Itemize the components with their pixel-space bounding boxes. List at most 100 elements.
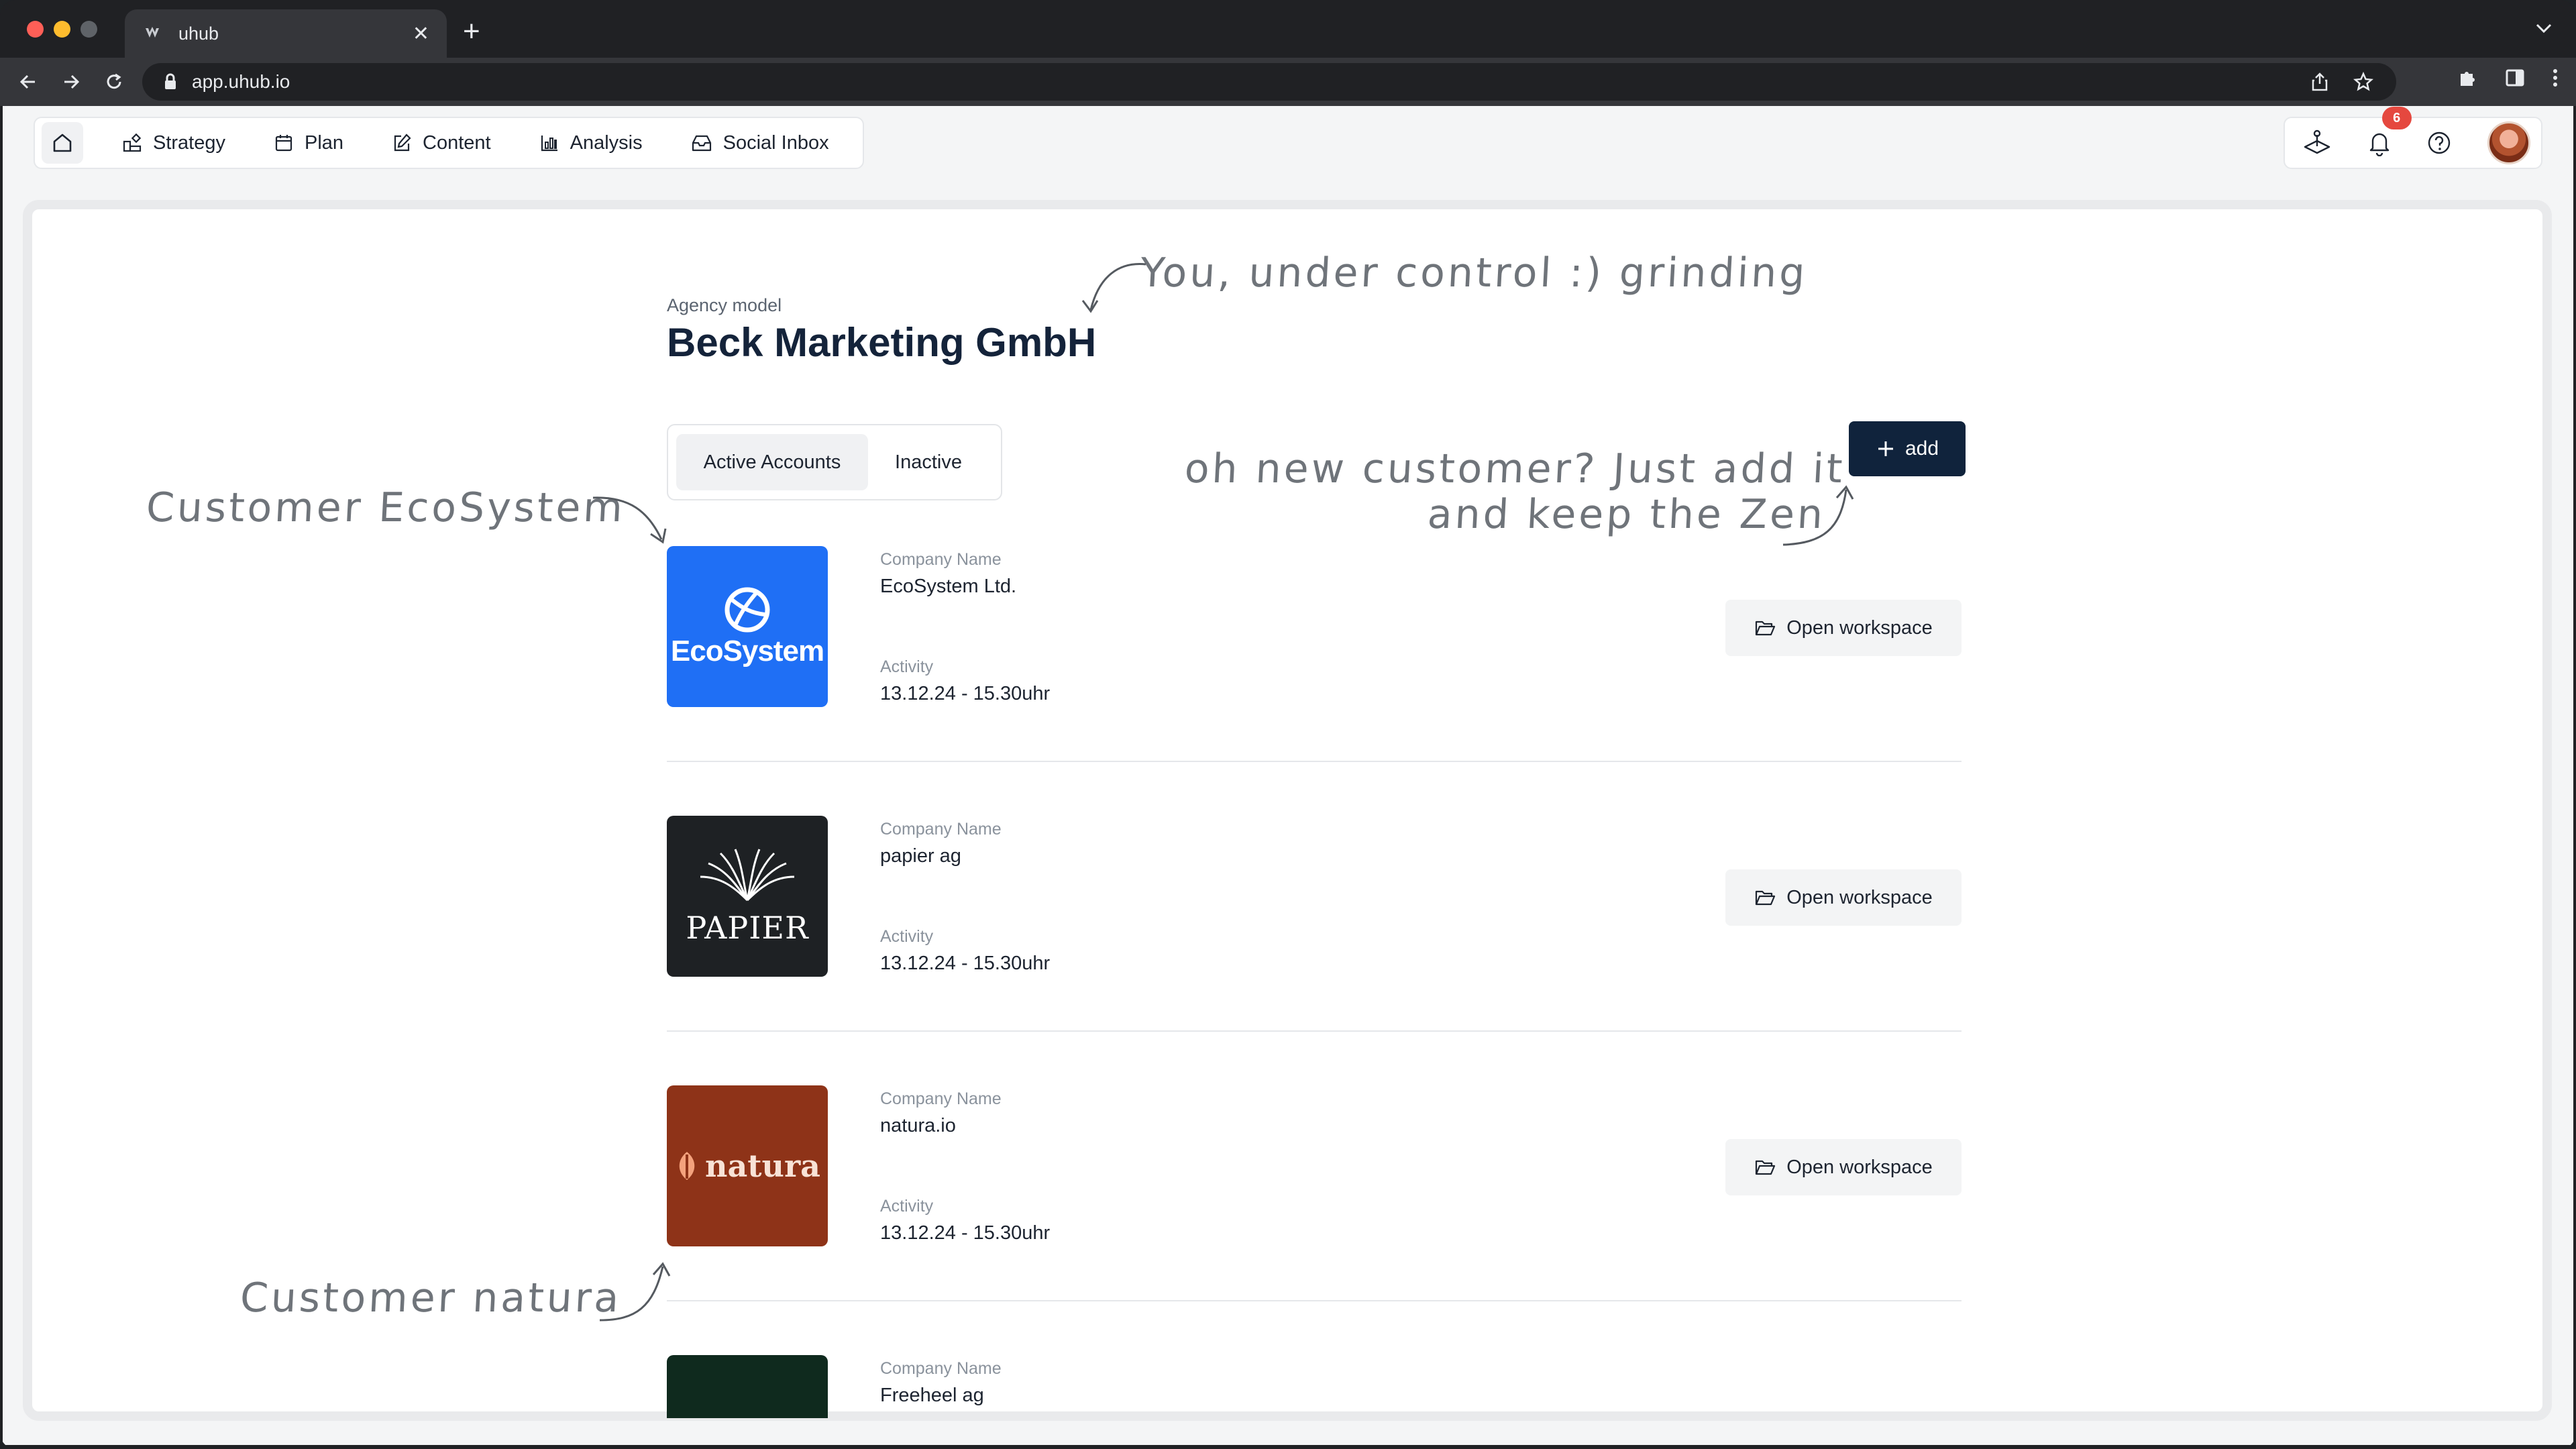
uhub-favicon-icon	[142, 23, 162, 44]
activity-value: 13.12.24 - 15.30uhr	[880, 1222, 1051, 1244]
reload-icon[interactable]	[99, 67, 129, 97]
notifications-button[interactable]: 6	[2367, 107, 2412, 156]
chart-icon	[541, 136, 557, 152]
nav-label: Analysis	[570, 131, 643, 154]
main-card: Agency model Beck Marketing GmbH Active …	[23, 200, 2552, 1421]
browser-window: uhub ✕ + app.uhub.io Strategy Plan Conte…	[0, 0, 2576, 1449]
lock-icon	[164, 73, 177, 91]
activity-label: Activity	[880, 1197, 934, 1216]
logo-text: PAPIER	[686, 910, 809, 946]
freeheel-logo	[667, 1355, 828, 1418]
list-item: EcoSystem Company Name EcoSystem Ltd. Ac…	[667, 546, 1962, 816]
annotation-arrow-icon	[592, 496, 667, 544]
company-name-label: Company Name	[880, 1089, 1002, 1108]
new-tab-button[interactable]: +	[463, 15, 480, 48]
leaf-icon	[679, 1152, 695, 1180]
app-page: Strategy Plan Content Analysis Social In…	[3, 106, 2573, 1445]
nav-label: Social Inbox	[722, 131, 829, 154]
company-name-label: Company Name	[880, 1359, 1002, 1378]
side-panel-icon[interactable]	[2505, 67, 2525, 89]
back-arrow-icon[interactable]	[13, 67, 43, 97]
share-icon[interactable]	[2310, 72, 2329, 92]
annotation-natura: Customer natura	[239, 1275, 623, 1322]
agency-model-label: Agency model	[667, 295, 782, 315]
extensions-puzzle-icon[interactable]	[2457, 67, 2478, 89]
close-window-button[interactable]	[27, 21, 44, 38]
main-navigation: Strategy Plan Content Analysis Social In…	[34, 117, 864, 169]
open-workspace-button[interactable]: Open workspace	[1725, 1139, 1962, 1195]
tab-search-icon[interactable]	[2534, 17, 2553, 40]
company-name: EcoSystem Ltd.	[880, 576, 1017, 597]
agency-name: Beck Marketing GmbH	[667, 320, 1097, 365]
browser-menu-icon[interactable]	[2552, 67, 2559, 89]
inbox-icon	[692, 135, 711, 152]
open-workspace-label: Open workspace	[1786, 1156, 1933, 1178]
activity-value: 13.12.24 - 15.30uhr	[880, 683, 1051, 704]
row-divider	[667, 1030, 1962, 1032]
add-account-button[interactable]: add	[1849, 421, 1966, 476]
nav-item-plan[interactable]: Plan	[250, 132, 368, 154]
row-divider	[667, 761, 1962, 762]
open-workspace-button[interactable]: Open workspace	[1725, 869, 1962, 926]
add-label: add	[1904, 437, 1939, 460]
edit-icon	[394, 133, 411, 152]
globe-icon	[724, 587, 770, 633]
annotation-new-customer-1: oh new customer? Just add it	[1183, 445, 1846, 492]
bookmark-star-icon[interactable]	[2353, 72, 2373, 92]
folder-open-icon	[1756, 621, 1776, 636]
nav-label: Strategy	[153, 131, 225, 154]
folder-open-icon	[1756, 1160, 1776, 1175]
bell-icon	[2369, 133, 2389, 156]
ecosystem-logo: EcoSystem	[667, 546, 828, 707]
open-workspace-button[interactable]: Open workspace	[1725, 600, 1962, 656]
minimize-window-button[interactable]	[54, 21, 70, 38]
open-workspace-label: Open workspace	[1786, 616, 1933, 639]
joystick-icon[interactable]	[2302, 128, 2332, 158]
tab-inactive[interactable]: Inactive	[868, 434, 989, 490]
annotation-new-customer-2: and keep the Zen	[1426, 491, 1827, 538]
list-item: natura Company Name natura.io Activity 1…	[667, 1085, 1962, 1355]
annotation-you: You, under control :) grinding	[1139, 250, 1809, 297]
tab-title: uhub	[178, 23, 219, 44]
company-name-label: Company Name	[880, 550, 1002, 569]
natura-logo: natura	[667, 1085, 828, 1246]
logo-text: EcoSystem	[670, 635, 824, 667]
plus-icon	[1878, 441, 1893, 456]
company-name: Freeheel ag	[880, 1385, 984, 1406]
address-bar[interactable]: app.uhub.io	[142, 63, 2396, 101]
browser-tab[interactable]: uhub ✕	[125, 9, 447, 58]
nav-item-strategy[interactable]: Strategy	[98, 132, 250, 154]
list-item: Company Name Freeheel ag	[667, 1355, 1962, 1418]
nav-item-social-inbox[interactable]: Social Inbox	[667, 132, 853, 154]
tab-active-accounts[interactable]: Active Accounts	[676, 434, 868, 490]
open-workspace-label: Open workspace	[1786, 886, 1933, 908]
logo-text: natura	[705, 1148, 820, 1184]
user-avatar[interactable]	[2487, 121, 2530, 164]
account-status-toggle: Active Accounts Inactive	[667, 424, 1002, 500]
row-divider	[667, 1300, 1962, 1301]
forward-arrow-icon[interactable]	[56, 67, 86, 97]
utility-toolbar: 6	[2284, 107, 2542, 169]
annotation-arrow-icon	[599, 1262, 671, 1322]
activity-label: Activity	[880, 657, 934, 676]
company-name: papier ag	[880, 845, 961, 867]
papier-fan-icon	[700, 849, 795, 902]
list-item: PAPIER Company Name papier ag Activity 1…	[667, 816, 1962, 1085]
annotation-ecosystem: Customer EcoSystem	[145, 484, 627, 531]
strategy-icon	[123, 133, 142, 152]
annotation-arrow-icon	[1081, 263, 1146, 313]
notification-badge: 6	[2381, 107, 2412, 129]
activity-value: 13.12.24 - 15.30uhr	[880, 953, 1051, 974]
url-text: app.uhub.io	[192, 71, 290, 92]
maximize-window-button[interactable]	[80, 21, 97, 38]
annotation-arrow-icon	[1782, 485, 1854, 546]
nav-item-content[interactable]: Content	[368, 132, 515, 154]
nav-label: Plan	[305, 131, 344, 154]
tab-close-icon[interactable]: ✕	[413, 22, 429, 46]
company-name: natura.io	[880, 1115, 956, 1136]
nav-item-analysis[interactable]: Analysis	[515, 132, 667, 154]
help-icon[interactable]	[2426, 130, 2452, 156]
home-button[interactable]	[42, 122, 83, 164]
calendar-icon	[275, 135, 292, 152]
tab-strip: uhub ✕ +	[0, 0, 2576, 58]
